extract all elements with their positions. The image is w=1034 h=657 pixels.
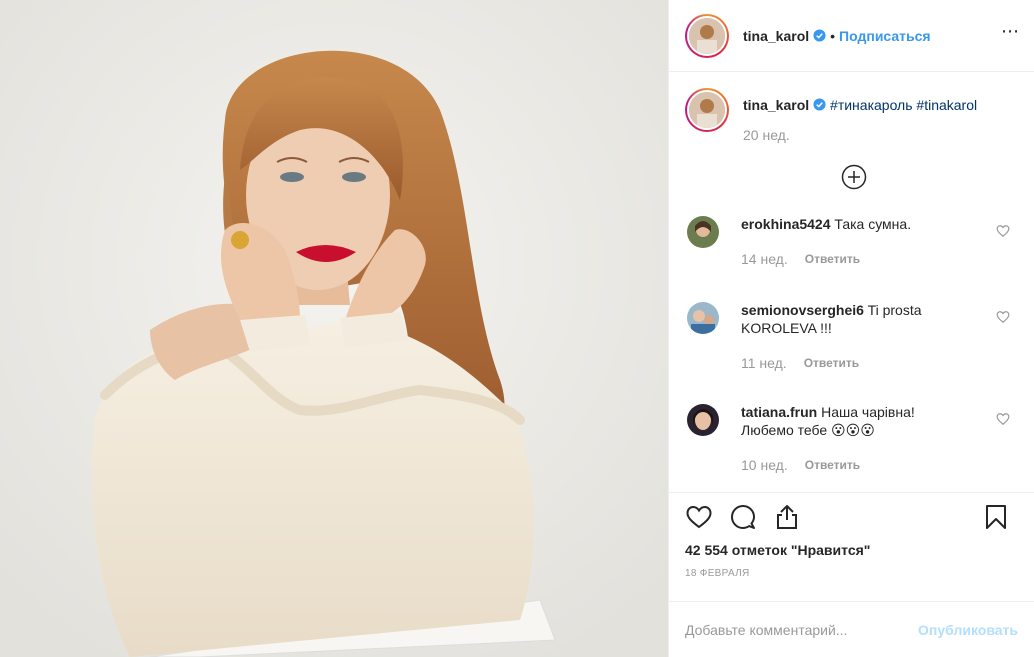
follow-button[interactable]: Подписаться: [839, 28, 931, 44]
comment-item: semionovserghei6 Ti prosta KOROLEVA !!! …: [685, 292, 1018, 372]
commenter-avatar[interactable]: [687, 404, 719, 436]
publish-button[interactable]: Опубликовать: [918, 622, 1018, 638]
post-photo[interactable]: [0, 0, 668, 657]
comment-time[interactable]: 10 нед.: [741, 456, 788, 474]
like-button[interactable]: [685, 503, 713, 531]
comment-item: tatiana.frun Наша чарівна! Любемо тебе 😮…: [685, 394, 1018, 474]
heart-icon[interactable]: [996, 412, 1010, 426]
post-header: tina_karol • Подписаться ⋯: [669, 0, 1034, 72]
hashtag-link[interactable]: #тинакароль: [830, 97, 912, 113]
share-button[interactable]: [773, 503, 801, 531]
more-icon[interactable]: ⋯: [1001, 22, 1020, 40]
action-bar: [669, 492, 1034, 540]
comment-item: erokhina5424 Така сумна. 14 нед. Ответит…: [685, 206, 1018, 268]
heart-icon[interactable]: [996, 224, 1010, 238]
verified-badge-icon: [813, 29, 826, 42]
commenter-username[interactable]: tatiana.frun: [741, 404, 817, 420]
plus-circle-icon[interactable]: [841, 164, 867, 190]
post-sidebar: tina_karol • Подписаться ⋯ tina_karol #т…: [668, 0, 1034, 657]
reply-button[interactable]: Ответить: [805, 456, 860, 474]
reply-button[interactable]: Ответить: [805, 250, 860, 268]
commenter-avatar[interactable]: [687, 302, 719, 334]
reply-button[interactable]: Ответить: [804, 354, 859, 372]
save-button[interactable]: [982, 503, 1010, 531]
add-comment-bar: Опубликовать: [669, 601, 1034, 657]
commenter-username[interactable]: erokhina5424: [741, 216, 831, 232]
caption-time[interactable]: 20 нед.: [743, 126, 977, 144]
instagram-post: tina_karol • Подписаться ⋯ tina_karol #т…: [0, 0, 1034, 657]
likes-count[interactable]: 42 554 отметок "Нравится": [669, 540, 1034, 558]
author-username[interactable]: tina_karol: [743, 28, 809, 44]
share-icon: [777, 504, 797, 529]
post-caption: tina_karol #тинакароль #tinakarol 20 нед…: [685, 88, 1018, 144]
comment-time[interactable]: 11 нед.: [741, 354, 787, 372]
caption-author-avatar[interactable]: [685, 88, 729, 132]
caption-username[interactable]: tina_karol: [743, 97, 809, 113]
comment-time[interactable]: 14 нед.: [741, 250, 788, 268]
bookmark-icon: [986, 505, 1006, 529]
comment-button[interactable]: [729, 503, 757, 531]
comments-list[interactable]: tina_karol #тинакароль #tinakarol 20 нед…: [669, 72, 1034, 492]
comment-input[interactable]: [685, 621, 915, 638]
comment-text: Така сумна.: [834, 216, 912, 232]
verified-badge-icon: [813, 98, 826, 111]
separator-dot: •: [830, 27, 836, 44]
comment-bubble-icon: [731, 504, 755, 529]
author-avatar[interactable]: [685, 13, 729, 58]
heart-icon: [686, 505, 712, 528]
portrait-illustration: [0, 0, 668, 657]
hashtag-link[interactable]: #tinakarol: [916, 97, 977, 113]
commenter-avatar[interactable]: [687, 216, 719, 248]
post-date[interactable]: 18 ФЕВРАЛЯ: [669, 558, 1034, 579]
commenter-username[interactable]: semionovserghei6: [741, 302, 864, 318]
heart-icon[interactable]: [996, 310, 1010, 324]
